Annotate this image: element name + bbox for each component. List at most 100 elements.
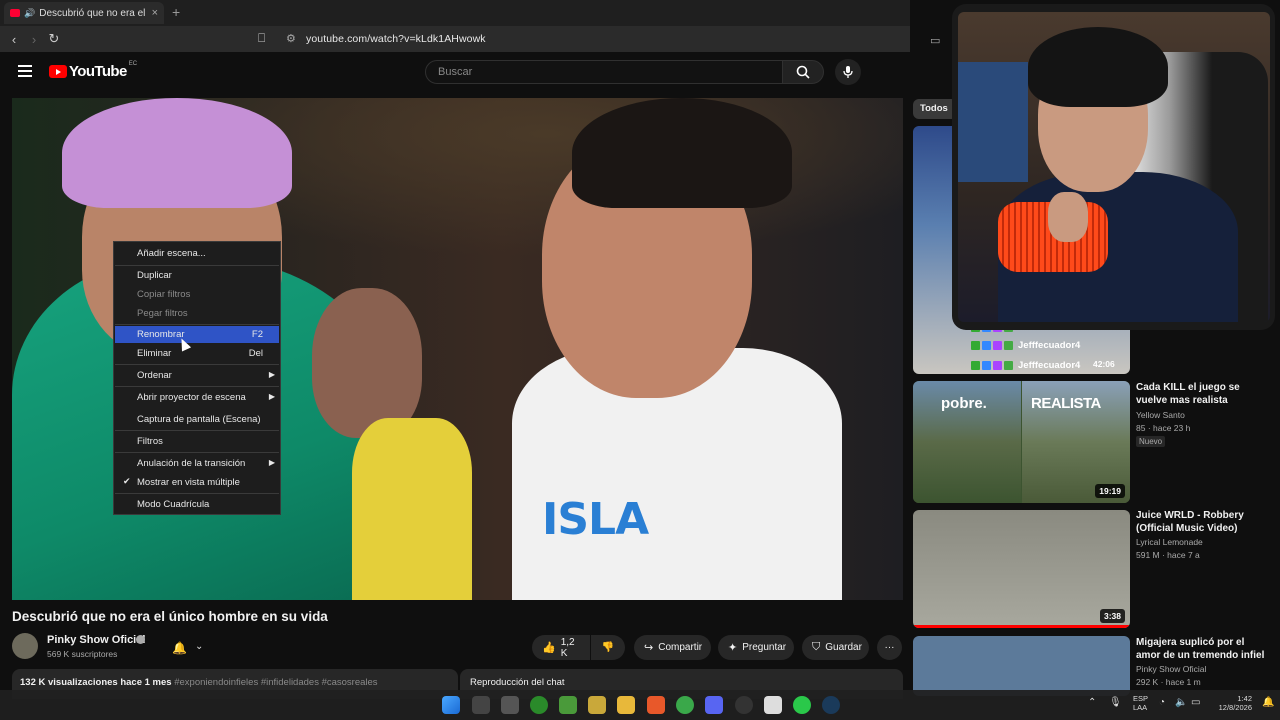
more-button[interactable]: ··· xyxy=(877,635,902,660)
menu-item-grid-mode[interactable]: Modo Cuadrícula xyxy=(115,496,279,513)
browser-tabbar: 🔊 Descubrió que no era el único × + xyxy=(0,0,910,26)
capcut-icon[interactable] xyxy=(764,696,782,714)
clock[interactable]: 1:42 12/8/2026 xyxy=(1214,694,1252,712)
recommendation-title[interactable]: Migajera suplicó por el amor de un treme… xyxy=(1136,636,1266,662)
dislike-button[interactable]: 👎 xyxy=(591,635,625,660)
recommendation-thumbnail[interactable]: 3:38 xyxy=(913,510,1130,628)
menu-item-label: Añadir escena... xyxy=(137,248,206,259)
youtube-favicon-icon xyxy=(10,9,20,17)
context-menu: Añadir escena... Duplicar Copiar filtros… xyxy=(113,241,281,515)
recommendation-channel[interactable]: Pinky Show Oficial xyxy=(1136,664,1206,674)
recommendation-thumbnail[interactable]: pobre. REALISTA 19:19 xyxy=(913,381,1130,503)
chat-username: Jefffecuador4 xyxy=(1018,340,1081,351)
hashtags[interactable]: #exponiendoinfieles #infidelidades #caso… xyxy=(174,677,377,688)
view-count: 132 K visualizaciones xyxy=(20,677,118,688)
mic-tray-icon[interactable]: 🎙 xyxy=(1109,697,1122,708)
url-field[interactable]: youtube.com/watch?v=kLdk1AHwowk xyxy=(306,33,486,45)
start-icon[interactable] xyxy=(442,696,460,714)
menu-shortcut: Del xyxy=(248,348,263,359)
share-button[interactable]: ↪ Compartir xyxy=(634,635,711,660)
menu-item-label: Anulación de la transición xyxy=(137,458,246,469)
menu-item-order[interactable]: Ordenar ▶ xyxy=(115,367,279,384)
reload-button[interactable]: ↻ xyxy=(44,31,64,47)
ask-button[interactable]: ✦ Preguntar xyxy=(718,635,794,660)
search-input[interactable]: Buscar xyxy=(425,60,783,84)
whatsapp-icon[interactable] xyxy=(793,696,811,714)
recommendation-channel[interactable]: Lyrical Lemonade xyxy=(1136,537,1203,547)
menu-item-screenshot[interactable]: Captura de pantalla (Escena) xyxy=(115,411,279,428)
thumbs-down-icon: 👎 xyxy=(601,642,615,653)
video-duration: 19:19 xyxy=(1095,484,1125,498)
cast-icon[interactable]: ▭ xyxy=(930,34,940,47)
clock-time: 1:42 xyxy=(1237,694,1252,703)
minecraft-icon[interactable] xyxy=(559,696,577,714)
recommendation-meta: 292 K · hace 1 m xyxy=(1136,677,1201,687)
notification-icon[interactable]: 🔔 xyxy=(1262,697,1274,708)
bell-icon[interactable]: 🔔 xyxy=(172,641,187,655)
channel-avatar[interactable] xyxy=(12,633,38,659)
voice-search-button[interactable] xyxy=(835,59,861,85)
menu-item-delete[interactable]: Eliminar Del xyxy=(115,345,279,362)
close-tab-icon[interactable]: × xyxy=(152,7,158,19)
wifi-icon[interactable]: ◔ xyxy=(1159,697,1165,708)
youtube-logo[interactable]: YouTube EC xyxy=(49,61,137,80)
menu-separator xyxy=(115,265,279,266)
search-icon xyxy=(796,65,810,79)
recommendation-title[interactable]: Juice WRLD - Robbery (Official Music Vid… xyxy=(1136,509,1266,535)
upload-age: hace 1 mes xyxy=(120,677,172,688)
forward-button[interactable]: › xyxy=(24,32,44,47)
chat-message: Jefffecuador4 xyxy=(971,360,1080,371)
ask-label: Preguntar xyxy=(742,642,787,653)
site-info-icon[interactable]: ⚙ xyxy=(286,32,296,45)
widgets-icon[interactable] xyxy=(472,696,490,714)
webcam-hand xyxy=(1048,192,1088,242)
new-badge: Nuevo xyxy=(1136,436,1166,447)
logo-text: YouTube xyxy=(69,63,127,80)
recommendation-thumbnail[interactable] xyxy=(913,636,1130,696)
new-tab-button[interactable]: + xyxy=(172,4,180,20)
bookmark-icon[interactable]: ⎕ xyxy=(258,31,265,46)
menu-item-multiview[interactable]: ✔ Mostrar en vista múltiple xyxy=(115,474,279,491)
menu-item-label: Ordenar xyxy=(137,370,172,381)
steam-icon[interactable] xyxy=(822,696,840,714)
menu-item-duplicate[interactable]: Duplicar xyxy=(115,267,279,284)
sparkle-icon: ✦ xyxy=(728,642,738,654)
menu-item-label: Captura de pantalla (Escena) xyxy=(137,414,261,425)
xbox-icon[interactable] xyxy=(530,696,548,714)
watch-progress-bar xyxy=(913,625,1130,628)
battery-icon[interactable]: ▭ xyxy=(1191,697,1200,708)
menu-icon[interactable] xyxy=(18,65,32,77)
like-button[interactable]: 👍 1,2 K xyxy=(532,635,590,660)
app-icon[interactable] xyxy=(588,696,606,714)
recommendation-channel[interactable]: Yellow Santo xyxy=(1136,410,1185,420)
chevron-down-icon[interactable]: ⌄ xyxy=(195,641,203,652)
menu-item-add-scene[interactable]: Añadir escena... xyxy=(115,245,279,262)
language-indicator[interactable]: ESP LAA xyxy=(1133,694,1148,712)
chrome-icon[interactable] xyxy=(676,696,694,714)
brave-icon[interactable] xyxy=(647,696,665,714)
discord-icon[interactable] xyxy=(705,696,723,714)
chat-username: Jefffecuador4 xyxy=(1018,360,1081,371)
obs-icon[interactable] xyxy=(735,696,753,714)
thumbs-up-icon: 👍 xyxy=(542,642,556,654)
save-button[interactable]: ⛉ Guardar xyxy=(802,635,869,660)
chip-all[interactable]: Todos xyxy=(913,99,957,119)
menu-item-label: Pegar filtros xyxy=(137,308,188,319)
browser-tab[interactable]: 🔊 Descubrió que no era el único × xyxy=(4,2,164,24)
video-duration: 3:38 xyxy=(1099,609,1125,623)
recommendation-title[interactable]: Cada KILL el juego se vuelve mas realist… xyxy=(1136,381,1266,407)
menu-item-filters[interactable]: Filtros xyxy=(115,433,279,450)
speaker-icon[interactable]: 🔊 xyxy=(24,8,35,19)
menu-item-rename[interactable]: Renombrar F2 xyxy=(115,326,279,343)
folder-icon[interactable] xyxy=(617,696,635,714)
menu-item-transition-override[interactable]: Anulación de la transición ▶ xyxy=(115,455,279,472)
tray-chevron-icon[interactable]: ⌃ xyxy=(1088,697,1096,708)
search-button[interactable] xyxy=(782,60,824,84)
volume-icon[interactable]: 🔈 xyxy=(1175,697,1187,708)
store-icon[interactable] xyxy=(501,696,519,714)
back-button[interactable]: ‹ xyxy=(4,32,24,47)
video-yellow-shirt xyxy=(352,418,472,600)
menu-item-scene-projector[interactable]: Abrir proyector de escena ▶ xyxy=(115,389,279,406)
channel-name[interactable]: Pinky Show Oficial xyxy=(47,634,145,646)
menu-separator xyxy=(115,452,279,453)
